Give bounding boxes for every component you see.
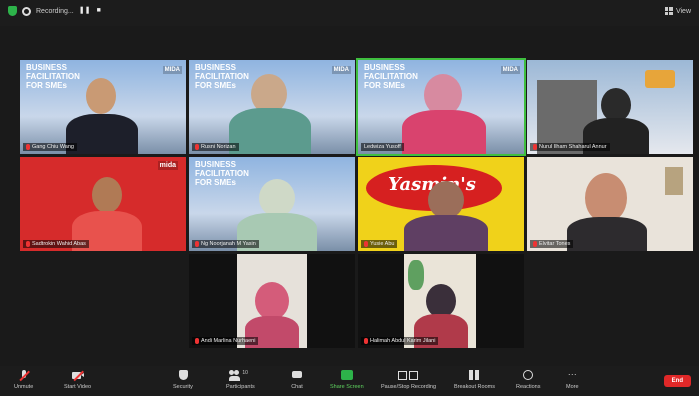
muted-mic-icon <box>364 338 368 344</box>
participant-name: Gang Chiu Wang <box>23 143 77 151</box>
wall-frame <box>665 167 683 195</box>
security-button[interactable]: Security <box>173 370 193 390</box>
reactions-icon <box>522 370 534 381</box>
video-tile-10[interactable]: Halimah Abdul Karim Jilani <box>358 254 524 348</box>
participant-name: Ledwiza Yusoff <box>361 143 404 151</box>
video-tile-1[interactable]: BUSINESS FACILITATION FOR SMEs MIDA Gang… <box>20 60 186 154</box>
more-icon: ··· <box>567 369 577 379</box>
stop-recording-icon[interactable]: ■ <box>94 6 104 16</box>
reactions-button[interactable]: Reactions <box>516 370 540 390</box>
end-meeting-button[interactable]: End <box>663 375 691 387</box>
participant-name: Elvitar Tones <box>530 240 574 248</box>
muted-mic-icon <box>195 144 199 150</box>
video-tile-3-active[interactable]: BUSINESS FACILITATION FOR SMEs MIDA Ledw… <box>356 58 526 156</box>
participant-name: Andi Marlina Nurhaeni <box>192 337 259 345</box>
participant-avatar <box>585 173 627 223</box>
breakout-rooms-label: Breakout Rooms <box>454 384 495 390</box>
video-tile-9[interactable]: Andi Marlina Nurhaeni <box>189 254 355 348</box>
muted-mic-icon <box>26 144 30 150</box>
tile-background-text: BUSINESS FACILITATION FOR SMEs <box>364 63 418 90</box>
participant-avatar <box>428 181 464 219</box>
start-video-label: Start Video <box>64 384 92 390</box>
share-screen-label: Share Screen <box>330 384 364 390</box>
recording-label: Recording... <box>36 7 74 15</box>
unmute-button[interactable]: Unmute <box>14 370 33 390</box>
share-screen-button[interactable]: Share Screen <box>330 370 364 390</box>
portrait-video <box>404 254 476 348</box>
participant-avatar <box>92 177 122 213</box>
event-logo <box>645 70 675 88</box>
mida-logo: MIDA <box>162 66 182 74</box>
video-off-icon <box>71 370 84 381</box>
mida-logo: mida <box>157 161 178 170</box>
security-shield-icon <box>8 6 17 16</box>
participant-avatar <box>255 282 289 320</box>
portrait-video <box>237 254 307 348</box>
recording-indicator[interactable]: Recording... ❚❚ ■ <box>8 6 104 16</box>
participant-body <box>567 217 647 251</box>
chat-label: Chat <box>291 384 303 390</box>
participants-icon: 10 <box>229 370 251 381</box>
muted-mic-icon <box>533 144 537 150</box>
view-label: View <box>675 7 691 15</box>
muted-mic-icon <box>195 338 199 344</box>
participant-avatar <box>86 78 116 114</box>
view-button[interactable]: View <box>664 7 691 15</box>
participants-button[interactable]: 10 Participants <box>226 370 255 390</box>
participant-name: Sadtrokin Wahid Abas <box>23 240 89 248</box>
reactions-label: Reactions <box>516 384 541 390</box>
pause-recording-icon[interactable]: ❚❚ <box>79 6 91 16</box>
more-label: More <box>566 384 579 390</box>
shield-icon <box>177 370 189 381</box>
participant-body <box>404 215 488 251</box>
tile-background-text: BUSINESS FACILITATION FOR SMEs <box>195 160 249 187</box>
participant-avatar <box>259 179 295 217</box>
participants-count: 10 <box>242 370 248 376</box>
participant-avatar <box>601 88 631 122</box>
video-tile-2[interactable]: BUSINESS FACILITATION FOR SMEs MIDA Rusn… <box>189 60 355 154</box>
participant-body <box>229 108 311 154</box>
pause-stop-icon <box>397 370 420 381</box>
chat-icon <box>291 370 303 381</box>
participant-name: Yusie Abu <box>361 240 398 248</box>
muted-mic-icon <box>195 241 199 247</box>
participant-name: Nurul Ilham Shaharul Annur <box>530 143 610 151</box>
video-tile-6[interactable]: BUSINESS FACILITATION FOR SMEs Ng Noorja… <box>189 157 355 251</box>
video-tile-7[interactable]: Yasmin's Yusie Abu <box>358 157 524 251</box>
video-tile-8[interactable]: Elvitar Tones <box>527 157 693 251</box>
security-label: Security <box>173 384 193 390</box>
grid-view-icon <box>664 7 673 15</box>
more-button[interactable]: ··· More <box>566 369 579 391</box>
recording-icon <box>22 6 31 16</box>
top-bar: Recording... ❚❚ ■ View <box>0 0 699 26</box>
tile-background-text: BUSINESS FACILITATION FOR SMEs <box>195 63 249 90</box>
muted-mic-icon <box>533 241 537 247</box>
record-label: Pause/Stop Recording <box>381 384 437 390</box>
participant-name: Rusni Norizan <box>192 143 239 151</box>
breakout-rooms-button[interactable]: Breakout Rooms <box>454 370 495 390</box>
video-tile-4[interactable]: Nurul Ilham Shaharul Annur <box>527 60 693 154</box>
participant-avatar <box>426 284 456 318</box>
muted-mic-icon <box>18 370 30 381</box>
share-screen-icon <box>340 370 353 381</box>
muted-mic-icon <box>364 241 368 247</box>
chat-button[interactable]: Chat <box>291 370 303 390</box>
start-video-button[interactable]: Start Video <box>64 370 91 390</box>
plant-background <box>408 260 424 290</box>
breakout-rooms-icon <box>468 370 480 381</box>
participant-name: Ng Noorjanah M Yasin <box>192 240 259 248</box>
record-button[interactable]: Pause/Stop Recording <box>381 370 436 390</box>
muted-mic-icon <box>26 241 30 247</box>
participants-label: Participants <box>226 384 255 390</box>
unmute-label: Unmute <box>14 384 34 390</box>
tile-background-text: BUSINESS FACILITATION FOR SMEs <box>26 63 80 90</box>
mida-logo: MIDA <box>500 66 520 74</box>
mida-logo: MIDA <box>331 66 351 74</box>
video-tile-5[interactable]: mida Sadtrokin Wahid Abas <box>20 157 186 251</box>
participant-body <box>402 110 486 154</box>
meeting-toolbar: Unmute Start Video Security 10 Participa… <box>0 366 699 396</box>
participant-name: Halimah Abdul Karim Jilani <box>361 337 439 345</box>
